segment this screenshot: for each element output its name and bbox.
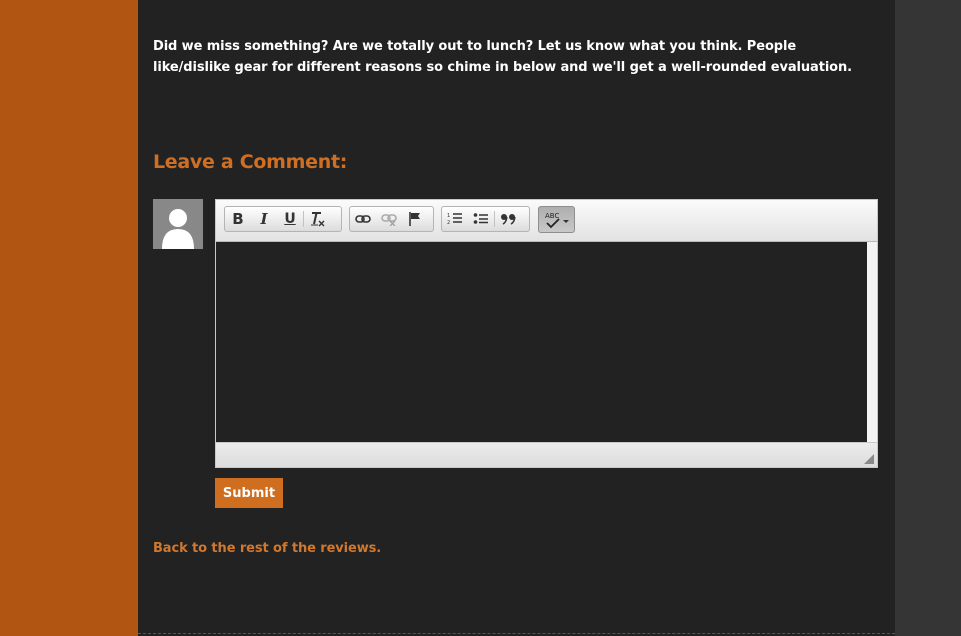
remove-format-icon xyxy=(311,212,325,227)
numbered-list-button[interactable]: 1 2 xyxy=(442,207,468,231)
link-button[interactable] xyxy=(350,207,376,231)
right-gutter xyxy=(895,0,961,636)
intro-text: Did we miss something? Are we totally ou… xyxy=(153,39,853,75)
remove-format-button[interactable] xyxy=(304,207,330,231)
editor-scrollbar[interactable] xyxy=(867,242,877,442)
svg-text:ABC: ABC xyxy=(545,212,559,220)
blockquote-icon xyxy=(501,214,516,225)
avatar xyxy=(153,199,203,249)
italic-icon: I xyxy=(260,210,268,228)
underline-button[interactable]: U xyxy=(277,207,303,231)
anchor-flag-icon xyxy=(409,212,420,226)
spellcheck-icon: ABC xyxy=(545,212,569,228)
svg-text:1: 1 xyxy=(447,213,450,219)
comment-heading: Leave a Comment: xyxy=(153,151,348,173)
editor-toolbar: B I U 1 2 ABC xyxy=(216,200,877,242)
underline-icon: U xyxy=(284,211,296,227)
bold-button[interactable]: B xyxy=(225,207,251,231)
blockquote-button[interactable] xyxy=(495,207,521,231)
left-sidebar xyxy=(0,0,138,636)
comment-editor: B I U 1 2 ABC xyxy=(215,199,878,468)
italic-button[interactable]: I xyxy=(251,207,277,231)
block-group: 1 2 xyxy=(441,206,530,232)
submit-button[interactable]: Submit xyxy=(215,478,283,508)
user-silhouette-icon xyxy=(162,209,194,249)
comment-textarea[interactable] xyxy=(216,242,867,442)
footer-divider xyxy=(138,633,895,634)
bulleted-list-icon xyxy=(473,213,488,224)
svg-text:2: 2 xyxy=(447,220,450,226)
resize-handle[interactable] xyxy=(864,454,874,464)
link-icon xyxy=(355,215,371,223)
format-group: B I U xyxy=(224,206,342,232)
editor-statusbar xyxy=(216,442,877,467)
link-group xyxy=(349,206,434,232)
main-content: Did we miss something? Are we totally ou… xyxy=(138,0,895,636)
anchor-button[interactable] xyxy=(402,207,428,231)
spellcheck-button[interactable]: ABC xyxy=(538,206,575,233)
unlink-button[interactable] xyxy=(376,207,402,231)
unlink-icon xyxy=(381,214,397,226)
back-to-reviews-link[interactable]: Back to the rest of the reviews. xyxy=(153,541,381,556)
bulleted-list-button[interactable] xyxy=(468,207,494,231)
bold-icon: B xyxy=(232,210,244,228)
numbered-list-icon: 1 2 xyxy=(447,213,462,226)
